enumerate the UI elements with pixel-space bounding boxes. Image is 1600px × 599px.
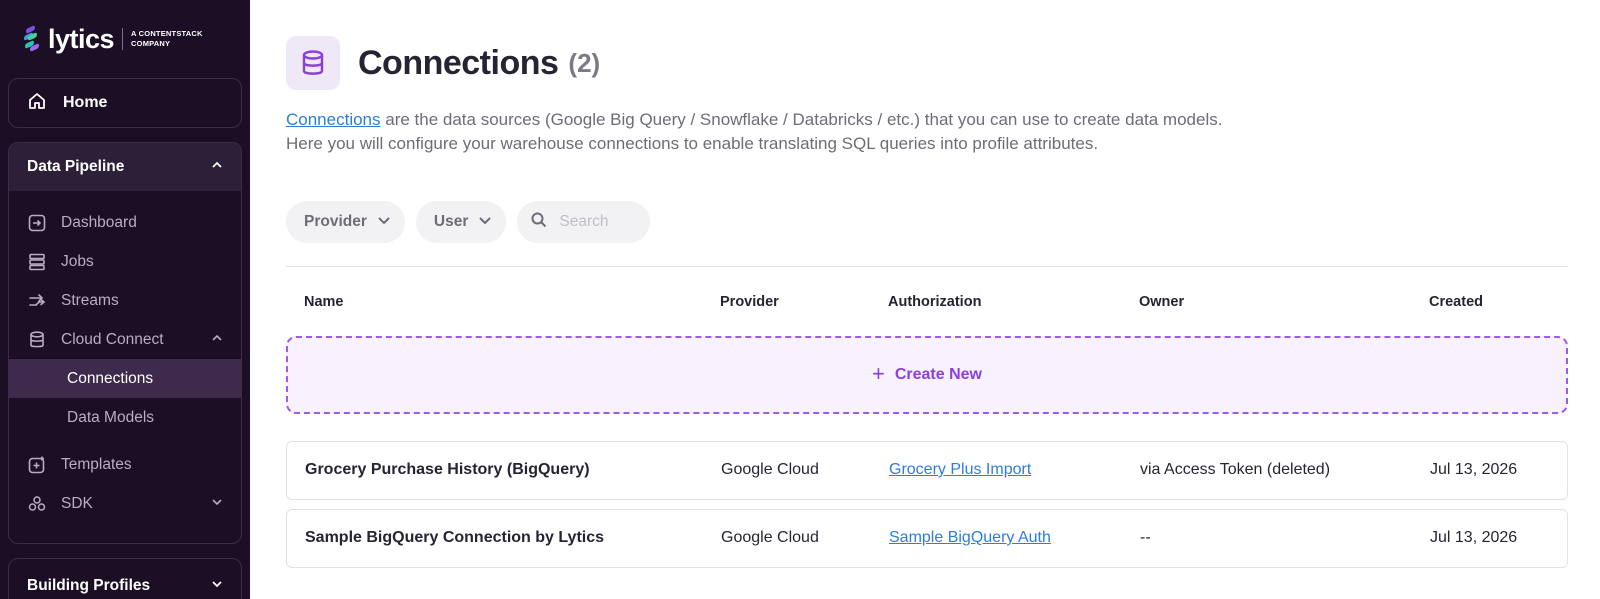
sidebar-item-label: Streams	[61, 291, 119, 309]
connection-created: Jul 13, 2026	[1430, 529, 1518, 546]
sidebar-item-sdk[interactable]: SDK	[9, 484, 241, 523]
sidebar-item-templates[interactable]: Templates	[9, 445, 241, 484]
page-header: Connections (2)	[286, 36, 600, 90]
connection-count: (2)	[568, 47, 601, 78]
chevron-down-icon	[377, 213, 391, 232]
lytics-logo-mark-icon	[22, 24, 42, 53]
main-content: Connections (2) Connections are the data…	[286, 0, 1600, 599]
connections-docs-link[interactable]: Connections	[286, 110, 381, 129]
data-pipeline-label: Data Pipeline	[27, 158, 125, 175]
jobs-icon	[27, 252, 47, 272]
description-text-line2: Here you will configure your warehouse c…	[286, 134, 1099, 153]
authorization-link[interactable]: Grocery Plus Import	[889, 461, 1031, 479]
streams-icon	[27, 291, 47, 311]
column-header-name[interactable]: Name	[304, 294, 344, 310]
database-icon	[286, 36, 340, 90]
logo-tagline-line1: A CONTENTSTACK	[131, 29, 203, 38]
home-icon	[27, 91, 47, 116]
connection-owner: --	[1140, 529, 1151, 546]
chevron-down-icon	[478, 213, 492, 232]
divider	[286, 266, 1568, 267]
chevron-up-icon	[211, 331, 223, 349]
connection-owner: via Access Token (deleted)	[1140, 461, 1331, 478]
sidebar-item-label: SDK	[61, 494, 93, 512]
authorization-link[interactable]: Sample BigQuery Auth	[889, 529, 1051, 547]
logo-wordmark: lytics	[48, 23, 115, 54]
sidebar-item-label: Jobs	[61, 252, 94, 270]
search-input[interactable]	[559, 213, 640, 231]
sidebar-item-label: Home	[63, 94, 108, 111]
data-pipeline-section: Data Pipeline Dashboard Jobs Streams Clo…	[8, 142, 242, 544]
user-filter[interactable]: User	[415, 201, 507, 243]
provider-filter-label: Provider	[304, 213, 367, 230]
connection-created: Jul 13, 2026	[1430, 461, 1518, 478]
search-box[interactable]	[517, 201, 651, 243]
sidebar-item-label: Cloud Connect	[61, 330, 164, 348]
logo-tagline: A CONTENTSTACK COMPANY	[131, 29, 203, 49]
table-header: Name Provider Authorization Owner Create…	[286, 282, 1568, 322]
filter-bar: Provider User	[286, 201, 651, 243]
table-row[interactable]: Sample BigQuery Connection by Lytics Goo…	[286, 509, 1568, 568]
page-description: Connections are the data sources (Google…	[286, 108, 1386, 156]
provider-filter[interactable]: Provider	[286, 201, 405, 243]
sidebar-item-data-models[interactable]: Data Models	[9, 398, 241, 437]
plus-icon: +	[871, 361, 885, 386]
sidebar-item-home[interactable]: Home	[8, 78, 242, 128]
sidebar-item-connections[interactable]: Connections	[9, 359, 241, 398]
lytics-logo[interactable]: lytics A CONTENTSTACK COMPANY	[22, 24, 203, 54]
chevron-down-icon	[211, 495, 223, 513]
database-icon	[27, 330, 47, 350]
connection-name[interactable]: Grocery Purchase History (BigQuery)	[305, 461, 590, 479]
data-pipeline-toggle[interactable]: Data Pipeline	[9, 143, 241, 191]
column-header-owner[interactable]: Owner	[1139, 294, 1184, 310]
table-row[interactable]: Grocery Purchase History (BigQuery) Goog…	[286, 441, 1568, 500]
column-header-created[interactable]: Created	[1429, 294, 1483, 310]
sidebar-item-dashboard[interactable]: Dashboard	[9, 203, 241, 242]
templates-icon	[27, 455, 47, 475]
description-text: are the data sources (Google Big Query /…	[380, 110, 1223, 129]
search-icon	[531, 212, 547, 233]
sidebar-item-label: Dashboard	[61, 213, 137, 231]
connection-provider: Google Cloud	[721, 461, 819, 478]
column-header-authorization[interactable]: Authorization	[888, 294, 981, 310]
column-header-provider[interactable]: Provider	[720, 294, 779, 310]
create-new-button[interactable]: + Create New	[286, 336, 1568, 414]
chevron-down-icon	[211, 577, 223, 595]
building-profiles-section: Building Profiles	[8, 558, 242, 599]
create-new-label: Create New	[894, 366, 982, 383]
sidebar-item-jobs[interactable]: Jobs	[9, 242, 241, 281]
chevron-up-icon	[211, 158, 223, 176]
connection-provider: Google Cloud	[721, 529, 819, 546]
user-filter-label: User	[433, 213, 469, 230]
connection-name[interactable]: Sample BigQuery Connection by Lytics	[305, 529, 604, 547]
sidebar: lytics A CONTENTSTACK COMPANY Home Data …	[0, 0, 250, 599]
sidebar-item-label: Templates	[61, 455, 132, 473]
sidebar-item-streams[interactable]: Streams	[9, 281, 241, 320]
sidebar-item-cloud-connect[interactable]: Cloud Connect	[9, 320, 241, 359]
dashboard-icon	[27, 213, 47, 233]
building-profiles-label: Building Profiles	[27, 577, 151, 594]
logo-divider	[122, 28, 124, 50]
building-profiles-toggle[interactable]: Building Profiles	[9, 559, 241, 599]
sdk-icon	[27, 494, 47, 514]
page-title: Connections	[358, 43, 559, 82]
logo-tagline-line2: COMPANY	[131, 39, 171, 48]
